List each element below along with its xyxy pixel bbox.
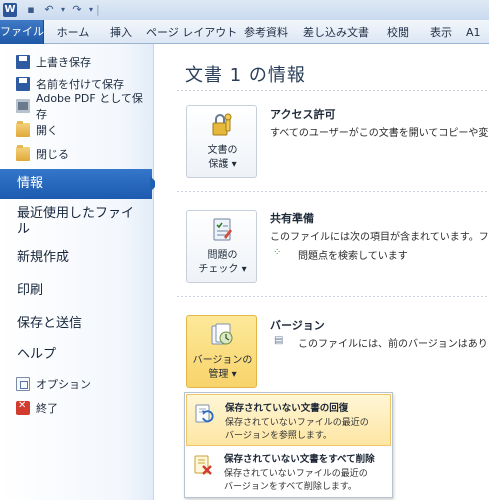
check-issues-button[interactable]: 問題の チェック ▾ [186, 210, 257, 283]
manage-versions-label: バージョンの 管理 ▾ [187, 354, 258, 382]
tab-home[interactable]: ホーム [50, 22, 96, 44]
versions-heading: バージョン [270, 319, 325, 332]
menu-item-description: バージョンを参照します。 [225, 431, 332, 441]
nav-tab-label: 最近使用したファイ [17, 206, 135, 221]
tab-mailings[interactable]: 差し込み文書 [298, 22, 374, 44]
checking-status: 問題点を検索しています [298, 251, 408, 262]
nav-command-exit[interactable]: 終了 [0, 397, 152, 419]
toolbar-separator: | [96, 3, 100, 16]
save-as-icon [16, 77, 30, 91]
versions-text: このファイルには、前のバージョンはありませ [298, 339, 489, 350]
versions-dropdown-menu: 保存されていない文書の回復 保存されていないファイルの最近の バージョンを参照し… [184, 392, 393, 498]
tab-acrobat[interactable]: A1 [466, 22, 489, 44]
spinner-icon: ⁘ [273, 247, 282, 258]
nav-command-save-pdf[interactable]: Adobe PDF として保存 [0, 92, 152, 121]
protect-document-label: 文書の 保護 ▾ [187, 144, 258, 172]
nav-command-label: 上書き保存 [36, 56, 91, 69]
recover-unsaved-menu-item[interactable]: 保存されていない文書の回復 保存されていないファイルの最近の バージョンを参照し… [186, 394, 391, 446]
delete-documents-icon [194, 455, 212, 475]
menu-item-description: 保存されていないファイルの最近の [225, 418, 369, 428]
page-title: 文書 1 の情報 [185, 65, 306, 86]
section-divider [177, 191, 489, 192]
nav-command-close[interactable]: 閉じる [0, 143, 152, 165]
nav-tab-label-wrap: ル [17, 222, 31, 237]
save-icon[interactable]: ▪ [24, 3, 38, 17]
exit-icon [16, 400, 30, 415]
tab-view[interactable]: 表示 [422, 22, 460, 44]
nav-command-save[interactable]: 上書き保存 [0, 51, 152, 73]
section-divider [177, 90, 489, 91]
nav-command-label: オプション [36, 378, 91, 391]
permissions-heading: アクセス許可 [270, 108, 336, 121]
menu-item-description: バージョンをすべて削除します。 [224, 482, 357, 492]
button-label-line: バージョンの [192, 355, 253, 366]
manage-versions-button[interactable]: バージョンの 管理 ▾ [186, 315, 257, 388]
nav-command-label: 開く [36, 124, 58, 137]
nav-command-label: 閉じる [36, 148, 69, 161]
check-issues-label: 問題の チェック ▾ [187, 249, 258, 277]
tab-references[interactable]: 参考資料 [239, 22, 293, 44]
nav-tab-recent[interactable]: 最近使用したファイ ル [0, 206, 152, 238]
nav-command-open[interactable]: 開く [0, 119, 152, 141]
protect-document-button[interactable]: 文書の 保護 ▾ [186, 105, 257, 178]
redo-icon[interactable]: ↷ [70, 3, 84, 17]
tab-page-layout[interactable]: ページ レイアウト [146, 22, 237, 44]
recover-document-icon [195, 404, 214, 423]
quick-access-toolbar: W ▪ ↶ ▾ ↷ ▾ | [0, 0, 489, 20]
delete-unsaved-menu-item[interactable]: 保存されていない文書をすべて削除 保存されていないファイルの最近の バージョンを… [186, 446, 391, 498]
versions-icon [211, 323, 233, 345]
checklist-icon [213, 218, 232, 241]
document-icon: ▤ [274, 335, 284, 346]
word-app-icon[interactable]: W [3, 3, 17, 17]
button-label-line: 管理 ▾ [208, 369, 237, 380]
permissions-text: すべてのユーザーがこの文書を開いてコピーや変更 [270, 128, 489, 139]
menu-item-title: 保存されていない文書の回復 [225, 403, 349, 414]
tab-file[interactable]: ファイル [0, 20, 44, 44]
tab-review[interactable]: 校閲 [380, 22, 416, 44]
nav-tab-new[interactable]: 新規作成 [0, 250, 152, 266]
button-label-line: 保護 ▾ [208, 159, 237, 170]
nav-command-label: 終了 [36, 402, 58, 415]
section-divider [177, 296, 489, 297]
nav-tab-save-send[interactable]: 保存と送信 [0, 316, 152, 332]
chevron-down-icon[interactable]: ▾ [56, 3, 70, 17]
ribbon-tab-bar: ファイル ホーム 挿入 ページ レイアウト 参考資料 差し込み文書 校閲 表示 … [0, 20, 489, 44]
nav-tab-help[interactable]: ヘルプ [0, 347, 152, 363]
folder-open-icon [16, 121, 30, 137]
tab-insert[interactable]: 挿入 [101, 22, 141, 44]
menu-item-title: 保存されていない文書をすべて削除 [224, 454, 375, 465]
button-label-line: 文書の [207, 145, 238, 156]
nav-command-label: Adobe PDF として保存 [36, 92, 143, 121]
pdf-icon [16, 99, 30, 113]
backstage-nav: 上書き保存 名前を付けて保存 Adobe PDF として保存 開く 閉じる 情報… [0, 44, 158, 500]
nav-tab-info[interactable]: 情報 [0, 169, 158, 199]
button-label-line: チェック ▾ [198, 264, 247, 275]
nav-command-options[interactable]: オプション [0, 373, 152, 395]
prepare-sharing-heading: 共有準備 [270, 212, 314, 225]
lock-key-icon [212, 113, 232, 136]
save-icon [16, 55, 30, 69]
folder-close-icon [16, 145, 30, 161]
undo-icon[interactable]: ↶ [42, 3, 56, 17]
nav-tab-print[interactable]: 印刷 [0, 283, 152, 299]
options-icon [16, 377, 30, 391]
button-label-line: 問題の [207, 250, 238, 261]
prepare-sharing-text: このファイルには次の項目が含まれています。ファイル [270, 232, 489, 243]
menu-item-description: 保存されていないファイルの最近の [224, 469, 368, 479]
